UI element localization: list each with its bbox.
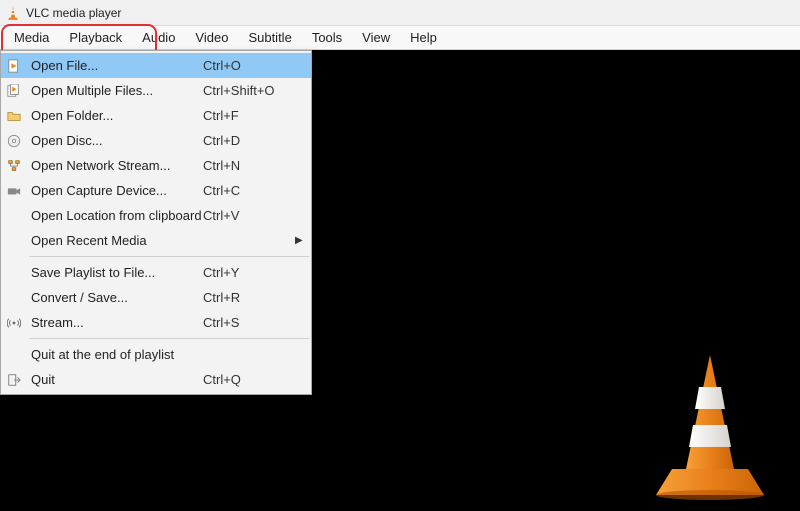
menu-audio[interactable]: Audio bbox=[132, 27, 185, 48]
menu-item-shortcut: Ctrl+R bbox=[203, 290, 295, 305]
menu-item-open-folder[interactable]: Open Folder... Ctrl+F bbox=[1, 103, 311, 128]
vlc-cone-icon bbox=[6, 6, 20, 20]
menu-item-shortcut: Ctrl+Shift+O bbox=[203, 83, 295, 98]
menu-item-label: Quit at the end of playlist bbox=[27, 347, 203, 362]
menu-item-open-disc[interactable]: Open Disc... Ctrl+D bbox=[1, 128, 311, 153]
menu-item-save-playlist[interactable]: Save Playlist to File... Ctrl+Y bbox=[1, 260, 311, 285]
menu-item-label: Open Capture Device... bbox=[27, 183, 203, 198]
menu-item-quit-end[interactable]: Quit at the end of playlist bbox=[1, 342, 311, 367]
file-play-icon bbox=[7, 59, 21, 73]
menu-item-label: Save Playlist to File... bbox=[27, 265, 203, 280]
menu-item-label: Open Disc... bbox=[27, 133, 203, 148]
menu-item-label: Stream... bbox=[27, 315, 203, 330]
menu-item-shortcut: Ctrl+D bbox=[203, 133, 295, 148]
menu-item-shortcut: Ctrl+V bbox=[203, 208, 295, 223]
menubar: Media Playback Audio Video Subtitle Tool… bbox=[0, 26, 800, 50]
menu-help[interactable]: Help bbox=[400, 27, 447, 48]
menu-item-shortcut: Ctrl+C bbox=[203, 183, 295, 198]
titlebar: VLC media player bbox=[0, 0, 800, 26]
menu-item-label: Open Location from clipboard bbox=[27, 208, 203, 223]
menu-item-open-capture[interactable]: Open Capture Device... Ctrl+C bbox=[1, 178, 311, 203]
menu-item-open-file[interactable]: Open File... Ctrl+O bbox=[1, 53, 311, 78]
menu-item-open-network[interactable]: Open Network Stream... Ctrl+N bbox=[1, 153, 311, 178]
network-icon bbox=[7, 159, 21, 173]
menu-item-shortcut: Ctrl+O bbox=[203, 58, 295, 73]
menu-item-convert-save[interactable]: Convert / Save... Ctrl+R bbox=[1, 285, 311, 310]
stream-icon bbox=[7, 316, 21, 330]
menu-playback[interactable]: Playback bbox=[59, 27, 132, 48]
menu-separator bbox=[29, 256, 309, 257]
menu-view[interactable]: View bbox=[352, 27, 400, 48]
menu-item-label: Convert / Save... bbox=[27, 290, 203, 305]
menu-item-label: Open File... bbox=[27, 58, 203, 73]
window-title: VLC media player bbox=[26, 6, 121, 20]
vlc-cone-logo bbox=[650, 351, 770, 501]
menu-item-label: Open Recent Media bbox=[27, 233, 203, 248]
menu-separator bbox=[29, 338, 309, 339]
disc-icon bbox=[7, 134, 21, 148]
menu-item-stream[interactable]: Stream... Ctrl+S bbox=[1, 310, 311, 335]
vlc-window: VLC media player Media Playback Audio Vi… bbox=[0, 0, 800, 511]
menu-item-open-recent[interactable]: Open Recent Media ▶ bbox=[1, 228, 311, 253]
menu-item-open-multiple[interactable]: Open Multiple Files... Ctrl+Shift+O bbox=[1, 78, 311, 103]
submenu-arrow-icon: ▶ bbox=[295, 235, 311, 246]
folder-icon bbox=[7, 109, 21, 123]
files-play-icon bbox=[7, 84, 21, 98]
menu-tools[interactable]: Tools bbox=[302, 27, 352, 48]
menu-item-label: Open Folder... bbox=[27, 108, 203, 123]
menu-item-shortcut: Ctrl+N bbox=[203, 158, 295, 173]
menu-item-quit[interactable]: Quit Ctrl+Q bbox=[1, 367, 311, 392]
capture-icon bbox=[7, 184, 21, 198]
menu-item-open-clipboard[interactable]: Open Location from clipboard Ctrl+V bbox=[1, 203, 311, 228]
menu-subtitle[interactable]: Subtitle bbox=[238, 27, 301, 48]
menu-video[interactable]: Video bbox=[185, 27, 238, 48]
menu-item-label: Open Network Stream... bbox=[27, 158, 203, 173]
menu-media[interactable]: Media bbox=[4, 27, 59, 48]
quit-icon bbox=[7, 373, 21, 387]
menu-item-label: Quit bbox=[27, 372, 203, 387]
menu-item-shortcut: Ctrl+Q bbox=[203, 372, 295, 387]
media-dropdown: Open File... Ctrl+O Open Multiple Files.… bbox=[0, 50, 312, 395]
menu-item-shortcut: Ctrl+S bbox=[203, 315, 295, 330]
menu-item-shortcut: Ctrl+F bbox=[203, 108, 295, 123]
menu-item-shortcut: Ctrl+Y bbox=[203, 265, 295, 280]
menu-item-label: Open Multiple Files... bbox=[27, 83, 203, 98]
